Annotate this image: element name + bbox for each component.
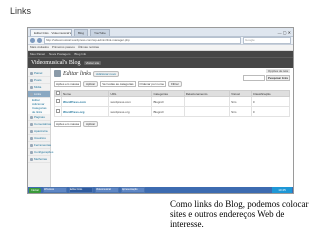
pages-icon xyxy=(30,115,33,119)
bookmark-item[interactable]: Últimas notícias xyxy=(78,45,99,50)
table-row: WordPress.com wordpress.com Blogroll Sim… xyxy=(54,96,291,107)
apply-button-bottom[interactable]: Aplicar xyxy=(83,121,99,127)
link-visible: Sim xyxy=(229,106,252,117)
bookmark-item[interactable]: Mais visitados xyxy=(30,45,49,50)
taskbar-item[interactable]: Editar links xyxy=(69,187,93,193)
upgrades-icon xyxy=(30,157,33,161)
browser-tab-active[interactable]: Editar links · Videomusical's Blog — Wor… xyxy=(30,28,72,36)
sidebar-item-posts[interactable]: Posts xyxy=(28,77,50,84)
category-filter-select[interactable]: Ver todas as categorias xyxy=(100,81,136,87)
screenshot-frame: Editar links · Videomusical's Blog — Wor… xyxy=(27,27,294,194)
wp-header: Videomusical's Blog Visitar site xyxy=(28,57,293,68)
sidebar-item-usuarios[interactable]: Usuários xyxy=(28,135,50,142)
windows-taskbar: Iniciar Windows Editar links Videomusica… xyxy=(28,187,293,193)
links-page-icon xyxy=(54,70,61,77)
browser-search-input[interactable]: Google xyxy=(243,37,291,44)
filter-button[interactable]: Filtrar xyxy=(168,81,182,87)
links-table: Nome URL Categorias Relacionamento Visív… xyxy=(54,90,291,117)
sidebar-item-aparencia[interactable]: Aparência xyxy=(28,128,50,135)
row-checkbox[interactable] xyxy=(56,99,60,103)
link-rel xyxy=(183,96,231,107)
browser-tab[interactable]: Blog xyxy=(74,28,89,36)
taskbar-clock: 10:45 xyxy=(272,187,292,193)
link-url[interactable]: wordpress.org xyxy=(108,106,153,117)
screen-options-button[interactable]: Opções de tela xyxy=(265,69,290,73)
media-icon xyxy=(30,85,33,89)
table-controls-top: Ações em massa Aplicar Ver todas as cate… xyxy=(54,81,290,87)
link-visible: Sim xyxy=(229,96,252,107)
page-title: Editar links xyxy=(63,70,92,77)
link-rating: 0 xyxy=(250,106,291,117)
admin-sidebar: Painel Posts Mídia Links Editar Adiciona… xyxy=(28,68,53,188)
taskbar-item[interactable]: Videomusical xyxy=(95,187,119,193)
select-all-checkbox[interactable] xyxy=(56,91,60,95)
apply-button[interactable]: Aplicar xyxy=(83,81,99,87)
order-by-select[interactable]: Ordenar por nome xyxy=(137,81,167,87)
search-links-button[interactable]: Pesquisar links xyxy=(265,75,290,81)
appearance-icon xyxy=(30,129,33,133)
bookmark-item[interactable]: Primeiros passos xyxy=(52,45,75,50)
search-links-box: Pesquisar links xyxy=(242,75,290,81)
add-new-button[interactable]: Adicionar novo xyxy=(93,70,120,77)
link-rating: 0 xyxy=(250,96,291,107)
bulk-action-select-bottom[interactable]: Ações em massa xyxy=(54,121,82,127)
sidebar-item-links[interactable]: Links xyxy=(28,91,50,98)
back-icon[interactable] xyxy=(30,38,35,43)
link-name[interactable]: WordPress.org xyxy=(60,106,110,117)
tools-icon xyxy=(30,143,33,147)
sidebar-item-ferramentas[interactable]: Ferramentas xyxy=(28,142,51,149)
start-button[interactable]: Iniciar xyxy=(29,187,41,193)
bulk-action-select[interactable]: Ações em massa xyxy=(54,81,82,87)
dashboard-icon xyxy=(30,71,33,75)
link-category[interactable]: Blogroll xyxy=(151,96,185,107)
taskbar-item[interactable]: Apresentação xyxy=(121,187,145,193)
sidebar-item-comentarios[interactable]: Comentários xyxy=(28,121,51,128)
sidebar-subitem-categorias[interactable]: Categorias de links xyxy=(28,106,50,114)
link-rel xyxy=(183,106,231,117)
forward-icon[interactable] xyxy=(37,38,42,43)
users-icon xyxy=(30,136,33,140)
posts-icon xyxy=(30,78,33,82)
sidebar-item-configuracoes[interactable]: Configurações xyxy=(28,149,53,156)
browser-tab[interactable]: YouTube xyxy=(90,28,110,36)
table-row: WordPress.org wordpress.org Blogroll Sim… xyxy=(54,106,291,117)
navigation-bar: http://videomusical.wordpress.com/wp-adm… xyxy=(28,37,293,45)
sidebar-item-paginas[interactable]: Páginas xyxy=(28,114,50,121)
search-links-input[interactable] xyxy=(242,75,265,81)
blog-name[interactable]: Videomusical's Blog xyxy=(31,58,81,68)
sidebar-item-midia[interactable]: Mídia xyxy=(28,84,50,91)
window-controls-icon[interactable]: — ▢ ✕ xyxy=(278,30,291,35)
slide-title: Links xyxy=(10,6,32,16)
taskbar-item[interactable]: Windows xyxy=(43,187,67,193)
table-controls-bottom: Ações em massa Aplicar xyxy=(54,121,290,127)
admin-bar-item[interactable]: Blog Info xyxy=(74,51,86,57)
sidebar-item-melhorias[interactable]: Melhorias xyxy=(28,156,50,163)
browser-tab-bar: Editar links · Videomusical's Blog — Wor… xyxy=(28,28,293,37)
link-url[interactable]: wordpress.com xyxy=(108,96,153,107)
links-icon xyxy=(30,92,33,96)
admin-bar-item[interactable]: Meu Painel xyxy=(30,51,45,57)
settings-icon xyxy=(30,150,33,154)
link-name[interactable]: WordPress.com xyxy=(60,96,110,107)
link-category[interactable]: Blogroll xyxy=(151,106,185,117)
admin-bar-item[interactable]: Nova Postagem xyxy=(49,51,70,57)
visit-site-button[interactable]: Visitar site xyxy=(83,61,102,65)
row-checkbox[interactable] xyxy=(56,109,60,113)
main-content: Opções de tela Editar links Adicionar no… xyxy=(51,68,293,188)
slide-caption: Como links do Blog, podemos colocar site… xyxy=(170,199,309,229)
address-bar[interactable]: http://videomusical.wordpress.com/wp-adm… xyxy=(44,37,241,44)
comments-icon xyxy=(30,122,33,126)
sidebar-item-painel[interactable]: Painel xyxy=(28,70,50,77)
